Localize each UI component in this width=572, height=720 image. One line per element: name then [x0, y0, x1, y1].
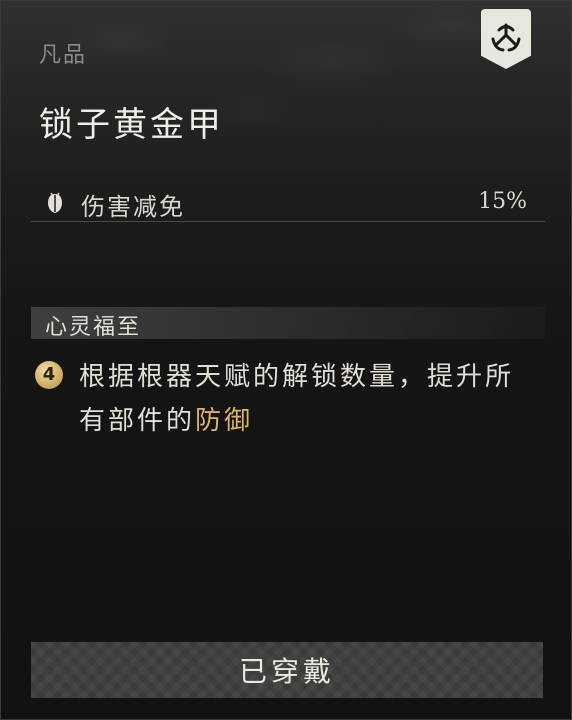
- set-bonus-description: 根据根器天赋的解锁数量，提升所有部件的防御: [79, 355, 529, 443]
- shield-beetle-icon: [45, 192, 65, 218]
- triskelion-emblem-icon: [481, 9, 531, 69]
- stat-row-damage-reduction: 伤害减免 15%: [31, 183, 545, 222]
- set-bonus-title: 心灵福至: [45, 315, 142, 340]
- set-bonus-desc-highlight: 防御: [195, 406, 254, 436]
- set-bonus-header: 心灵福至: [31, 307, 545, 340]
- stat-label: 伤害减免: [81, 193, 185, 221]
- equipped-button-label: 已穿戴: [238, 655, 335, 688]
- set-bonus-desc-text: 根据根器天赋的解锁数量，提升所有部件的: [79, 362, 515, 436]
- item-rarity: 凡品: [39, 43, 88, 68]
- equipped-button[interactable]: 已穿戴: [31, 642, 543, 698]
- stat-value: 15%: [478, 189, 527, 214]
- set-piece-count-badge: 4: [35, 361, 63, 389]
- item-name: 锁子黄金甲: [39, 105, 224, 145]
- item-tooltip-panel: 凡品 锁子黄金甲 伤害减免 15% 心灵福至 4 根据根器天赋的解锁数量，提升所…: [0, 0, 572, 720]
